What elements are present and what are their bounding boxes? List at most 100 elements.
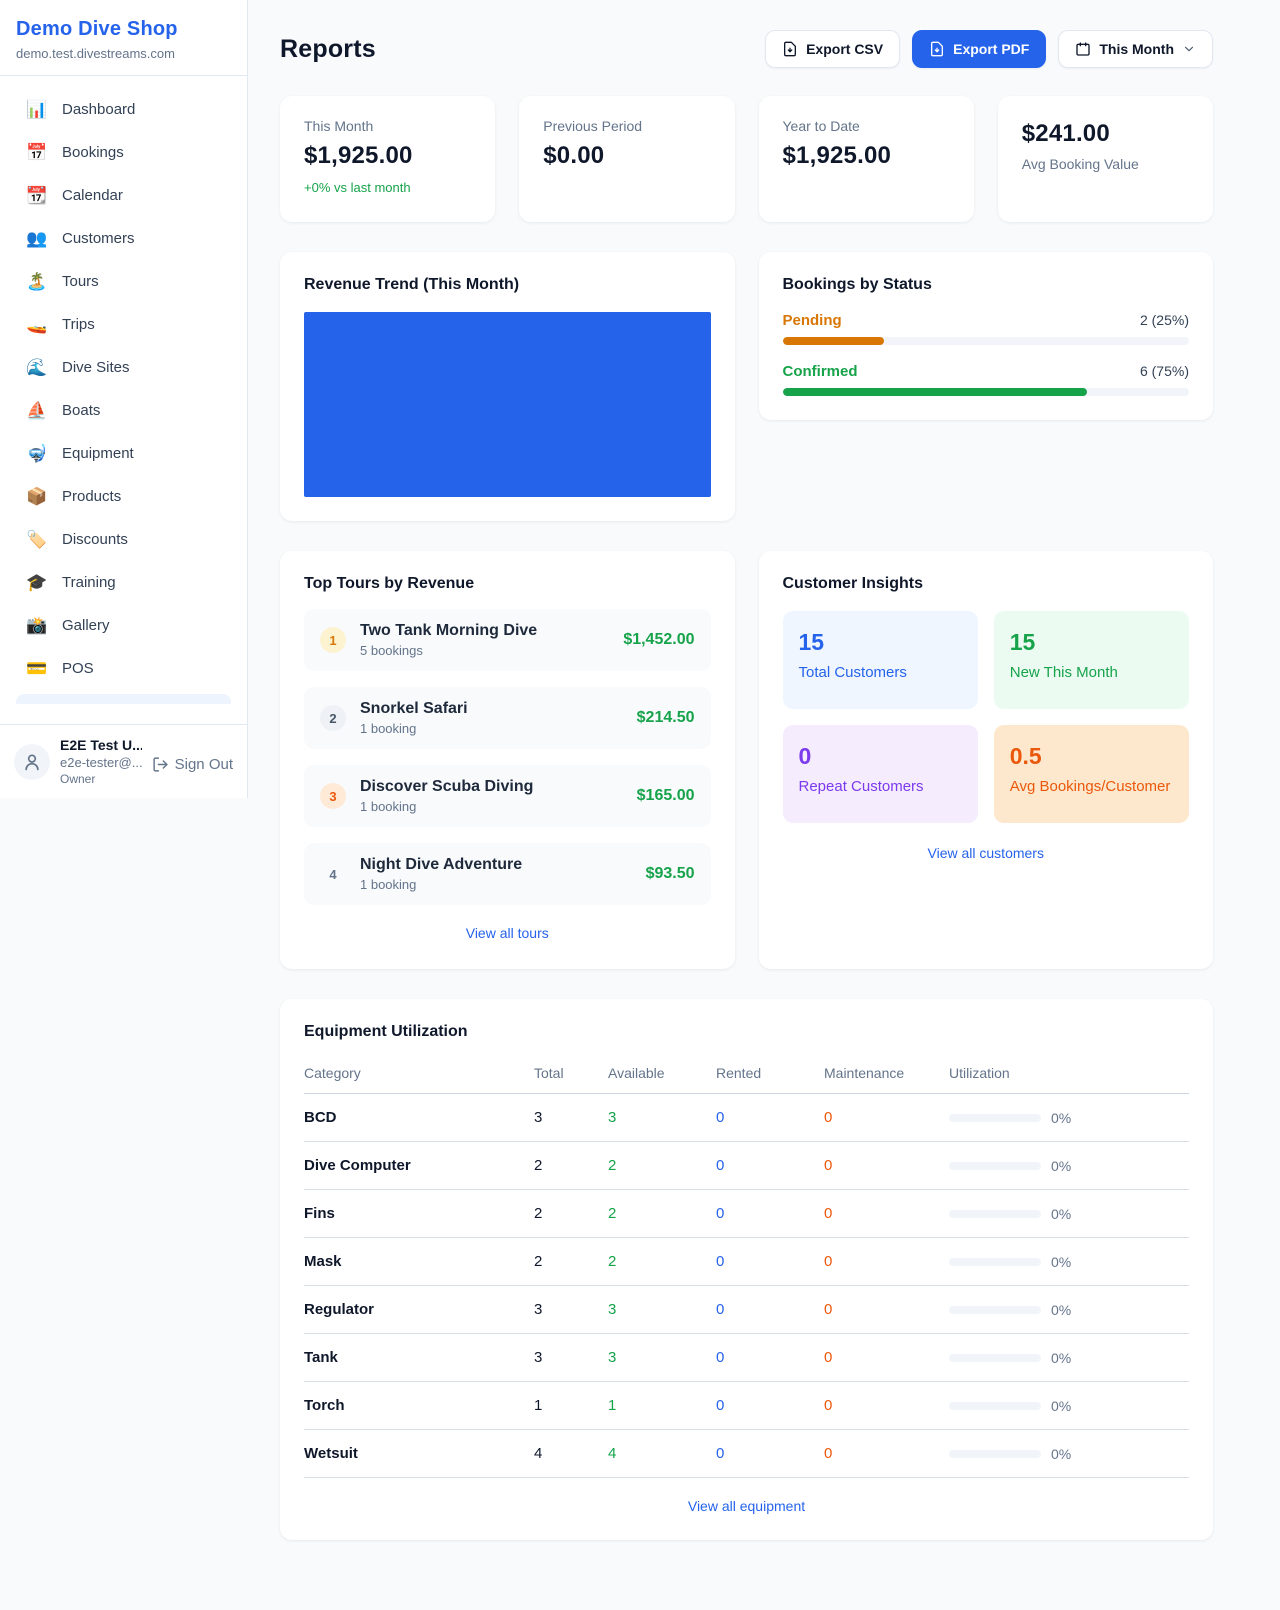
bar-chart-icon: 📊 bbox=[26, 100, 46, 120]
utilization-bar bbox=[949, 1354, 1041, 1362]
rank-badge: 1 bbox=[320, 627, 346, 653]
stat-card-year-to-date: Year to Date $1,925.00 bbox=[759, 96, 974, 222]
revenue-trend-card: Revenue Trend (This Month) bbox=[280, 252, 735, 521]
view-all-tours-link[interactable]: View all tours bbox=[304, 925, 711, 941]
sidebar-item-customers[interactable]: 👥 Customers bbox=[12, 219, 235, 258]
top-tours-card: Top Tours by Revenue 1 Two Tank Morning … bbox=[280, 551, 735, 969]
sidebar-item-dashboard[interactable]: 📊 Dashboard bbox=[12, 90, 235, 129]
wave-icon: 🌊 bbox=[26, 358, 46, 378]
confirmed-label: Confirmed bbox=[783, 363, 858, 380]
sidebar-item-products[interactable]: 📦 Products bbox=[12, 477, 235, 516]
chevron-down-icon bbox=[1182, 42, 1196, 56]
sidebar: Demo Dive Shop demo.test.divestreams.com… bbox=[0, 0, 248, 798]
sidebar-item-trips[interactable]: 🚤 Trips bbox=[12, 305, 235, 344]
col-utilization: Utilization bbox=[949, 1057, 1189, 1094]
period-dropdown[interactable]: This Month bbox=[1058, 30, 1213, 68]
avatar bbox=[14, 744, 50, 780]
sidebar-item-calendar[interactable]: 📆 Calendar bbox=[12, 176, 235, 215]
tile-avg-bookings-customer: 0.5 Avg Bookings/Customer bbox=[994, 725, 1189, 823]
col-category: Category bbox=[304, 1057, 534, 1094]
utilization-bar bbox=[949, 1258, 1041, 1266]
sidebar-item-equipment[interactable]: 🤿 Equipment bbox=[12, 434, 235, 473]
credit-card-icon: 💳 bbox=[26, 659, 46, 679]
table-row: Tank 3 3 0 0 0% bbox=[304, 1334, 1189, 1382]
revenue-bar bbox=[304, 312, 711, 497]
this-month-delta: +0% vs last month bbox=[304, 180, 471, 195]
tile-new-this-month: 15 New This Month bbox=[994, 611, 1189, 709]
sidebar-item-pos[interactable]: 💳 POS bbox=[12, 649, 235, 688]
sign-out-button[interactable]: Sign Out bbox=[152, 756, 233, 773]
utilization-bar bbox=[949, 1210, 1041, 1218]
table-row: Wetsuit 4 4 0 0 0% bbox=[304, 1430, 1189, 1478]
user-role: Owner bbox=[60, 772, 142, 786]
table-row: BCD 3 3 0 0 0% bbox=[304, 1094, 1189, 1142]
table-row: Mask 2 2 0 0 0% bbox=[304, 1238, 1189, 1286]
view-all-equipment-link[interactable]: View all equipment bbox=[304, 1498, 1189, 1514]
brand: Demo Dive Shop demo.test.divestreams.com bbox=[0, 0, 247, 76]
main-content: Reports Export CSV Export PDF This Month bbox=[248, 0, 1280, 1580]
sidebar-item-dive-sites[interactable]: 🌊 Dive Sites bbox=[12, 348, 235, 387]
revenue-trend-title: Revenue Trend (This Month) bbox=[304, 276, 711, 294]
people-icon: 👥 bbox=[26, 229, 46, 249]
this-month-value: $1,925.00 bbox=[304, 142, 471, 170]
shop-domain: demo.test.divestreams.com bbox=[16, 46, 231, 61]
utilization-bar bbox=[949, 1162, 1041, 1170]
tour-row: 4 Night Dive Adventure 1 booking $93.50 bbox=[304, 843, 711, 905]
equipment-utilization-title: Equipment Utilization bbox=[304, 1023, 1189, 1041]
page-title: Reports bbox=[280, 35, 376, 64]
pending-value: 2 (25%) bbox=[1140, 312, 1189, 328]
confirmed-value: 6 (75%) bbox=[1140, 363, 1189, 379]
camera-icon: 📸 bbox=[26, 616, 46, 636]
utilization-bar bbox=[949, 1402, 1041, 1410]
pending-progress-fill bbox=[783, 337, 885, 345]
tour-row: 2 Snorkel Safari 1 booking $214.50 bbox=[304, 687, 711, 749]
user-name: E2E Test U... bbox=[60, 737, 142, 753]
confirmed-progress-track bbox=[783, 388, 1190, 396]
tour-row: 3 Discover Scuba Diving 1 booking $165.0… bbox=[304, 765, 711, 827]
sidebar-item-gallery[interactable]: 📸 Gallery bbox=[12, 606, 235, 645]
col-maintenance: Maintenance bbox=[824, 1057, 949, 1094]
top-tours-title: Top Tours by Revenue bbox=[304, 575, 711, 593]
stat-card-this-month: This Month $1,925.00 +0% vs last month bbox=[280, 96, 495, 222]
table-row: Fins 2 2 0 0 0% bbox=[304, 1190, 1189, 1238]
table-row: Regulator 3 3 0 0 0% bbox=[304, 1286, 1189, 1334]
sidebar-item-discounts[interactable]: 🏷️ Discounts bbox=[12, 520, 235, 559]
sidebar-item-training[interactable]: 🎓 Training bbox=[12, 563, 235, 602]
sidebar-item-reports-partial[interactable] bbox=[16, 694, 231, 704]
diving-mask-icon: 🤿 bbox=[26, 444, 46, 464]
tour-row: 1 Two Tank Morning Dive 5 bookings $1,45… bbox=[304, 609, 711, 671]
user-email: e2e-tester@... bbox=[60, 755, 142, 770]
export-csv-button[interactable]: Export CSV bbox=[765, 30, 900, 68]
file-download-icon bbox=[929, 41, 945, 57]
tile-total-customers: 15 Total Customers bbox=[783, 611, 978, 709]
utilization-bar bbox=[949, 1306, 1041, 1314]
pending-label: Pending bbox=[783, 312, 842, 329]
rank-badge: 2 bbox=[320, 705, 346, 731]
col-available: Available bbox=[608, 1057, 716, 1094]
pending-progress-track bbox=[783, 337, 1190, 345]
sidebar-item-boats[interactable]: ⛵ Boats bbox=[12, 391, 235, 430]
graduation-cap-icon: 🎓 bbox=[26, 573, 46, 593]
tear-off-calendar-icon: 📆 bbox=[26, 186, 46, 206]
calendar-icon: 📅 bbox=[26, 143, 46, 163]
package-icon: 📦 bbox=[26, 487, 46, 507]
col-total: Total bbox=[534, 1057, 608, 1094]
table-row: Dive Computer 2 2 0 0 0% bbox=[304, 1142, 1189, 1190]
bookings-by-status-title: Bookings by Status bbox=[783, 276, 1190, 294]
person-icon bbox=[22, 752, 42, 772]
island-icon: 🏝️ bbox=[26, 272, 46, 292]
customer-insights-card: Customer Insights 15 Total Customers 15 … bbox=[759, 551, 1214, 969]
avg-booking-value: $241.00 bbox=[1022, 120, 1189, 148]
tile-repeat-customers: 0 Repeat Customers bbox=[783, 725, 978, 823]
shop-name: Demo Dive Shop bbox=[16, 18, 231, 41]
logout-icon bbox=[152, 756, 169, 773]
rank-badge: 4 bbox=[320, 861, 346, 887]
sidebar-item-tours[interactable]: 🏝️ Tours bbox=[12, 262, 235, 301]
equipment-utilization-card: Equipment Utilization Category Total Ava… bbox=[280, 999, 1213, 1540]
sidebar-item-bookings[interactable]: 📅 Bookings bbox=[12, 133, 235, 172]
bookings-by-status-card: Bookings by Status Pending 2 (25%) Confi… bbox=[759, 252, 1214, 420]
sidebar-nav: 📊 Dashboard 📅 Bookings 📆 Calendar 👥 Cust… bbox=[0, 76, 247, 724]
view-all-customers-link[interactable]: View all customers bbox=[783, 845, 1190, 861]
calendar-outline-icon bbox=[1075, 41, 1091, 57]
export-pdf-button[interactable]: Export PDF bbox=[912, 30, 1046, 68]
